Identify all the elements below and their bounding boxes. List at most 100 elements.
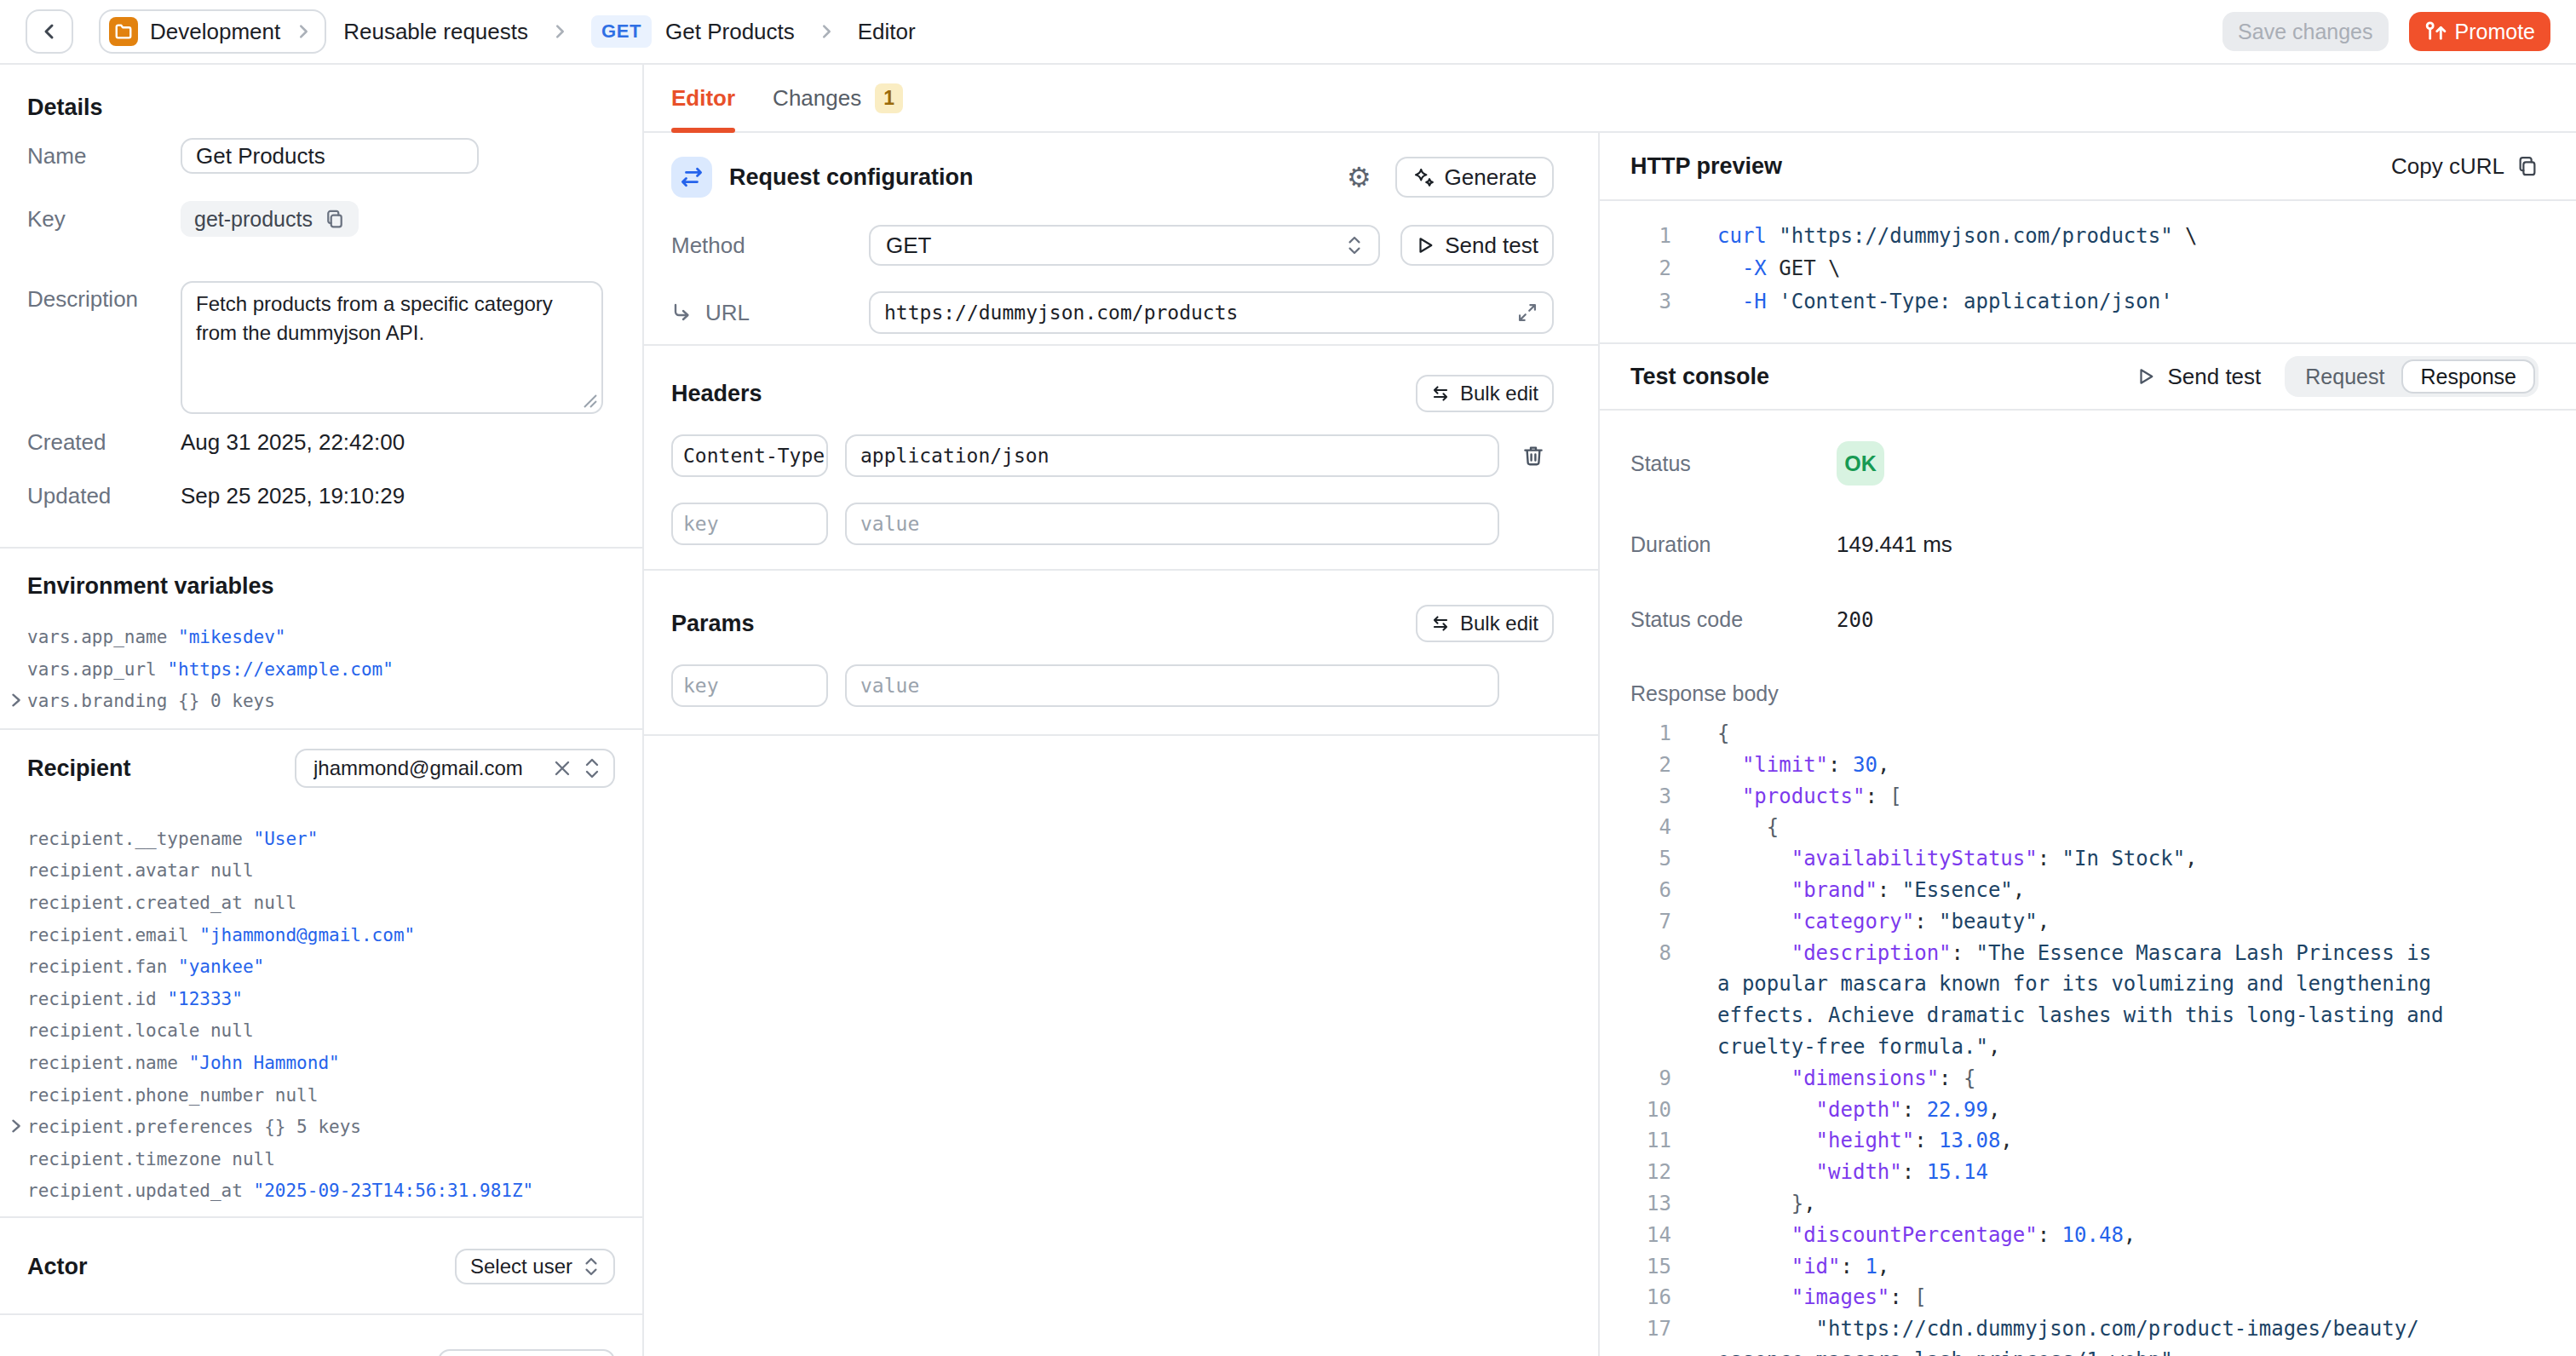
actor-row: Actor Select user xyxy=(27,1249,615,1284)
copy-icon xyxy=(2516,155,2539,177)
header-row: Content-Type application/json xyxy=(671,434,1554,477)
generate-button[interactable]: Generate xyxy=(1395,157,1554,198)
headers-bulk-edit-button[interactable]: Bulk edit xyxy=(1416,375,1554,412)
params-bulk-edit-button[interactable]: Bulk edit xyxy=(1416,605,1554,642)
request-config-header: Request configuration ⚙ Generate xyxy=(671,157,1554,198)
name-input[interactable]: Get Products xyxy=(181,138,479,174)
description-row: Description Fetch products from a specif… xyxy=(27,281,615,414)
header-key-input[interactable]: key xyxy=(671,503,828,545)
chevron-up-down-icon xyxy=(583,757,601,779)
top-bar: Development Reusable requests GET Get Pr… xyxy=(0,0,2576,65)
status-label: Status xyxy=(1630,451,1837,476)
response-body-line: 6 "brand": "Essence", xyxy=(1630,875,2539,906)
recipient-field-row: recipient.timezone null xyxy=(27,1144,615,1176)
copy-icon[interactable] xyxy=(325,209,345,229)
folder-icon xyxy=(109,17,138,46)
back-button[interactable] xyxy=(26,9,73,54)
tab-request[interactable]: Request xyxy=(2288,359,2401,394)
description-textarea[interactable]: Fetch products from a specific category … xyxy=(181,281,603,414)
line-number: 16 xyxy=(1630,1282,1671,1313)
param-row-empty: key value xyxy=(671,664,1554,707)
tab-response[interactable]: Response xyxy=(2401,359,2535,394)
tab-editor[interactable]: Editor xyxy=(671,65,735,131)
env-var-list: vars.app_name "mikesdev"vars.app_url "ht… xyxy=(27,622,615,718)
gear-icon[interactable]: ⚙ xyxy=(1347,164,1371,191)
recipient-field-list: recipient.__typename "User"recipient.ava… xyxy=(27,824,615,1208)
param-key-input[interactable]: key xyxy=(671,664,828,707)
updated-label: Updated xyxy=(27,483,181,509)
tenant-select[interactable]: Select tenant xyxy=(438,1349,615,1356)
env-var-row[interactable]: vars.branding {} 0 keys xyxy=(27,686,615,718)
method-select[interactable]: GET xyxy=(869,225,1380,266)
divider xyxy=(0,1313,642,1315)
actor-select[interactable]: Select user xyxy=(455,1249,615,1284)
details-sidebar: Details Name Get Products Key get-produc… xyxy=(0,65,644,1356)
url-row: URL https://dummyjson.com/products xyxy=(671,291,1554,334)
expand-icon[interactable] xyxy=(1516,302,1538,324)
save-changes-button[interactable]: Save changes xyxy=(2222,12,2388,51)
chevron-left-icon xyxy=(39,21,60,42)
line-number: 1 xyxy=(1630,718,1671,750)
promote-icon xyxy=(2424,20,2447,43)
clear-icon[interactable] xyxy=(554,760,571,777)
breadcrumb-request-name[interactable]: Get Products xyxy=(665,19,795,45)
chevron-right-icon xyxy=(9,1118,24,1134)
response-body-line: 12 "width": 15.14 xyxy=(1630,1157,2539,1188)
line-number: 11 xyxy=(1630,1125,1671,1157)
line-number: 3 xyxy=(1630,781,1671,813)
header-key-input[interactable]: Content-Type xyxy=(671,434,828,477)
line-number: 4 xyxy=(1630,812,1671,843)
send-test-button[interactable]: Send test xyxy=(1400,225,1554,266)
trash-icon[interactable] xyxy=(1521,444,1545,468)
name-label: Name xyxy=(27,143,181,170)
request-config-title: Request configuration xyxy=(729,164,974,191)
header-value-input[interactable]: value xyxy=(845,503,1499,545)
line-number: 5 xyxy=(1630,843,1671,875)
response-body-row: Response body xyxy=(1630,681,2539,706)
params-section-header: Params Bulk edit xyxy=(671,605,1554,642)
headers-section-header: Headers Bulk edit xyxy=(671,375,1554,412)
recipient-combobox[interactable]: jhammond@gmail.com xyxy=(295,749,615,788)
header-value-input[interactable]: application/json xyxy=(845,434,1499,477)
response-body-line: 2 "limit": 30, xyxy=(1630,750,2539,781)
method-label: Method xyxy=(671,233,869,259)
chevron-right-icon xyxy=(9,692,24,708)
line-number: 17 xyxy=(1630,1313,1671,1345)
response-body-line: essence-mascara-lash-princess/1.webp" xyxy=(1630,1345,2539,1356)
recipient-field-row[interactable]: recipient.preferences {} 5 keys xyxy=(27,1112,615,1144)
promote-button[interactable]: Promote xyxy=(2409,12,2550,51)
console-view-toggle: Request Response xyxy=(2285,356,2539,397)
response-body-line: 10 "depth": 22.99, xyxy=(1630,1095,2539,1126)
response-body-line: 14 "discountPercentage": 10.48, xyxy=(1630,1220,2539,1251)
key-label: Key xyxy=(27,206,181,233)
recipient-field-row: recipient.fan "yankee" xyxy=(27,951,615,984)
status-code-row: Status code 200 xyxy=(1630,607,2539,632)
recipient-field-row: recipient.name "John Hammond" xyxy=(27,1048,615,1080)
response-body-label: Response body xyxy=(1630,681,1837,706)
divider xyxy=(644,344,1598,346)
workspace-chip[interactable]: Development xyxy=(99,9,326,54)
tab-changes[interactable]: Changes1 xyxy=(773,65,903,131)
chevron-right-icon xyxy=(550,22,569,41)
chevron-up-down-icon xyxy=(1346,235,1363,256)
param-value-input[interactable]: value xyxy=(845,664,1499,707)
response-body-line: 11 "height": 13.08, xyxy=(1630,1125,2539,1157)
env-var-row: vars.app_name "mikesdev" xyxy=(27,622,615,654)
line-number: 6 xyxy=(1630,875,1671,906)
url-input[interactable]: https://dummyjson.com/products xyxy=(869,291,1554,334)
resize-handle-icon[interactable] xyxy=(583,394,598,409)
updated-row: Updated Sep 25 2025, 19:10:29 xyxy=(27,483,615,509)
headers-title: Headers xyxy=(671,381,762,407)
request-editor-panel: Request configuration ⚙ Generate Method … xyxy=(644,133,1600,1356)
divider xyxy=(0,728,642,730)
breadcrumb-reusable-requests[interactable]: Reusable requests xyxy=(343,19,528,45)
copy-curl-button[interactable]: Copy cURL xyxy=(2391,153,2539,180)
arrow-turn-right-icon xyxy=(671,302,692,323)
http-preview-title: HTTP preview xyxy=(1630,153,1782,180)
console-send-test-button[interactable]: Send test xyxy=(2136,364,2261,390)
env-heading: Environment variables xyxy=(27,572,615,600)
line-number: 2 xyxy=(1630,252,1671,284)
recipient-heading: Recipient xyxy=(27,755,131,782)
response-body-line: 1{ xyxy=(1630,718,2539,750)
line-number: 13 xyxy=(1630,1188,1671,1220)
